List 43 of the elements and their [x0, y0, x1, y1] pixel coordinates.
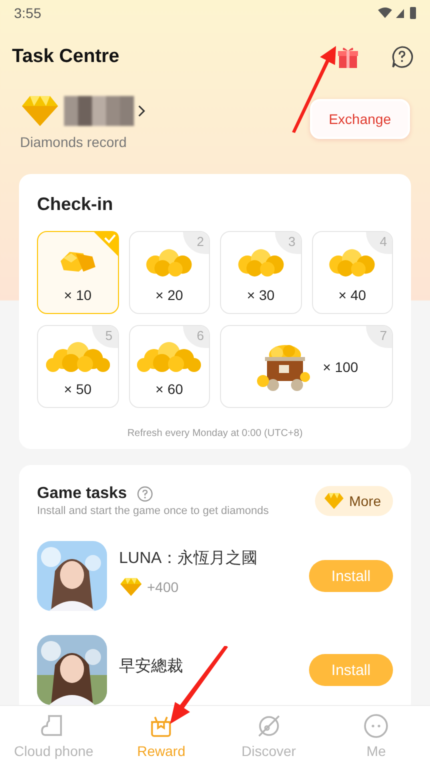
page-title: Task Centre	[12, 46, 120, 68]
planet-icon	[256, 713, 282, 739]
chat-face-icon	[363, 713, 390, 739]
checkin-day[interactable]: 4 × 40	[312, 231, 393, 314]
day-number: 4	[366, 232, 392, 254]
game-tasks-title: Game tasks	[37, 485, 127, 503]
more-button[interactable]: More	[315, 486, 393, 516]
diamond-icon	[119, 576, 143, 596]
day-number: 6	[183, 326, 209, 348]
reward-amount: × 40	[338, 286, 366, 302]
checkin-day[interactable]: 2 × 20	[128, 231, 210, 314]
checkin-day[interactable]: 6 × 60	[128, 325, 210, 408]
gift-icon[interactable]	[336, 45, 360, 69]
reward-amount: × 30	[246, 286, 275, 302]
reward-amount: × 20	[155, 286, 184, 302]
diamond-icon	[20, 94, 60, 128]
reward-amount: +400	[147, 578, 179, 594]
checkin-title: Check-in	[37, 194, 114, 214]
checkin-day[interactable]: 7 × 100	[220, 325, 393, 408]
diamonds-record-link[interactable]: Diamonds record	[20, 134, 146, 150]
check-icon	[92, 231, 118, 257]
reward-amount: × 60	[155, 380, 184, 396]
checkin-day[interactable]: 3 × 30	[220, 231, 302, 314]
day-number: 5	[92, 326, 118, 348]
day-number: 3	[274, 232, 300, 254]
game-name: 早安總裁	[119, 656, 184, 676]
status-icons	[378, 6, 418, 20]
game-tasks-subtitle: Install and start the game once to get diamonds	[37, 505, 269, 517]
reward-amount: × 100	[322, 358, 358, 374]
blurred-username	[64, 96, 134, 126]
help-icon[interactable]	[390, 45, 414, 69]
status-time: 3:55	[14, 5, 42, 21]
day-number: 7	[366, 326, 392, 348]
diamond-icon	[323, 492, 346, 510]
day-number: 2	[183, 232, 209, 254]
checkin-day[interactable]: × 10	[37, 231, 118, 314]
refresh-note: Refresh every Monday at 0:00 (UTC+8)	[126, 428, 304, 439]
checkin-day[interactable]: 5 × 50	[37, 325, 118, 408]
chevron-icon[interactable]	[138, 105, 146, 117]
reward-amount: × 50	[64, 380, 92, 396]
game-name: LUNA：永恆月之國	[119, 548, 259, 568]
reward-amount: × 10	[64, 286, 92, 302]
exchange-button[interactable]: Exchange	[310, 99, 410, 139]
